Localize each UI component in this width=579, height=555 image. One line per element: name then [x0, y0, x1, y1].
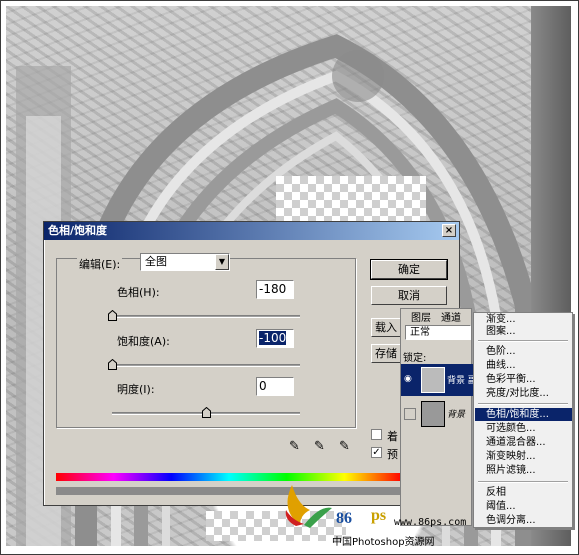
edit-select[interactable]: 全图 ▼ — [140, 253, 230, 271]
menu-separator — [478, 481, 568, 483]
layer-row-bottom[interactable]: 背景 — [401, 398, 473, 430]
saturation-label: 饱和度(A): — [117, 335, 170, 348]
dialog-titlebar[interactable]: 色相/饱和度 × — [44, 222, 459, 240]
saturation-slider-track[interactable] — [112, 364, 300, 367]
adjustment-layer-menu: 渐变... 图案... 色阶... 曲线... 色彩平衡... 亮度/对比度..… — [473, 312, 573, 528]
menu-item-channel-mixer[interactable]: 通道混合器... — [486, 436, 546, 449]
output-color-bar — [56, 487, 402, 495]
lock-label: 锁定: — [403, 353, 427, 364]
ok-button[interactable]: 确定 — [370, 259, 448, 280]
blend-mode-value: 正常 — [410, 327, 430, 338]
eye-icon[interactable]: ◉ — [404, 374, 412, 384]
hue-input[interactable]: -180 — [256, 280, 294, 299]
layers-tab[interactable]: 图层 — [411, 309, 431, 324]
colorize-checkbox[interactable] — [371, 429, 382, 440]
load-button[interactable]: 载入 — [371, 318, 401, 337]
layer-thumbnail — [421, 367, 445, 393]
hue-label: 色相(H): — [117, 286, 160, 299]
menu-item-photo-filter[interactable]: 照片滤镜... — [486, 464, 536, 477]
save-button[interactable]: 存储 — [371, 344, 401, 363]
channels-tab[interactable]: 通道 — [441, 309, 461, 324]
menu-item-invert[interactable]: 反相 — [486, 486, 506, 499]
edit-group — [56, 258, 356, 428]
blend-mode-select[interactable]: 正常 — [405, 325, 471, 340]
dialog-title: 色相/饱和度 — [48, 224, 108, 237]
eyedropper-minus-icon[interactable]: ✎ — [339, 439, 350, 454]
close-button[interactable]: × — [442, 224, 456, 237]
menu-item-pattern[interactable]: 图案... — [486, 325, 516, 338]
saturation-value: -100 — [259, 331, 287, 345]
menu-item-color-balance[interactable]: 色彩平衡... — [486, 373, 536, 386]
menu-item-posterize[interactable]: 色调分离... — [486, 514, 536, 527]
saturation-slider-thumb[interactable] — [108, 359, 117, 370]
menu-item-hue-saturation[interactable]: 色相/饱和度... — [475, 408, 572, 421]
menu-separator — [478, 403, 568, 405]
hue-slider-thumb[interactable] — [108, 310, 117, 321]
preview-label: 预 — [387, 448, 398, 461]
layer-visibility-box[interactable] — [404, 408, 416, 420]
layer-row-top[interactable]: ◉ 背景 副 — [401, 364, 477, 396]
menu-item-selective-color[interactable]: 可选颜色... — [486, 422, 536, 435]
eyedropper-icon[interactable]: ✎ — [289, 439, 300, 454]
colorize-label: 着 — [387, 430, 398, 443]
input-color-bar — [56, 473, 402, 481]
menu-item-curves[interactable]: 曲线... — [486, 359, 516, 372]
menu-item-gradient-map[interactable]: 渐变映射... — [486, 450, 536, 463]
menu-item-levels[interactable]: 色阶... — [486, 345, 516, 358]
edit-label: 编辑(E): — [77, 256, 123, 272]
menu-item-threshold[interactable]: 阈值... — [486, 500, 516, 513]
preview-checkbox[interactable]: ✓ — [371, 447, 382, 458]
watermark-logo — [285, 485, 332, 528]
lightness-label: 明度(I): — [117, 383, 155, 396]
watermark-ps: ps — [371, 507, 387, 524]
hue-value: -180 — [259, 282, 287, 296]
hue-saturation-dialog: 色相/饱和度 × 编辑(E): 全图 ▼ 色相(H): -180 饱和度(A):… — [43, 221, 460, 506]
chevron-down-icon[interactable]: ▼ — [215, 254, 229, 270]
lightness-slider-thumb[interactable] — [202, 407, 211, 418]
layer-bottom-name: 背景 — [447, 410, 466, 420]
layers-panel: 图层 通道 正常 锁定: ◉ 背景 副 背景 — [400, 308, 477, 526]
lightness-input[interactable]: 0 — [256, 377, 294, 396]
edit-select-value: 全图 — [145, 255, 167, 268]
watermark-86: 86 — [336, 510, 352, 527]
watermark-url: www.86ps.com — [394, 517, 467, 528]
menu-separator — [478, 340, 568, 342]
watermark-site-name: 中国Photoshop资源网 — [332, 537, 435, 548]
saturation-input[interactable]: -100 — [256, 329, 294, 348]
hue-slider-track[interactable] — [112, 315, 300, 318]
layer-thumbnail — [421, 401, 445, 427]
cancel-button[interactable]: 取消 — [371, 286, 447, 305]
lightness-value: 0 — [259, 379, 267, 393]
eyedropper-plus-icon[interactable]: ✎ — [314, 439, 325, 454]
menu-item-brightness-contrast[interactable]: 亮度/对比度... — [486, 387, 549, 400]
